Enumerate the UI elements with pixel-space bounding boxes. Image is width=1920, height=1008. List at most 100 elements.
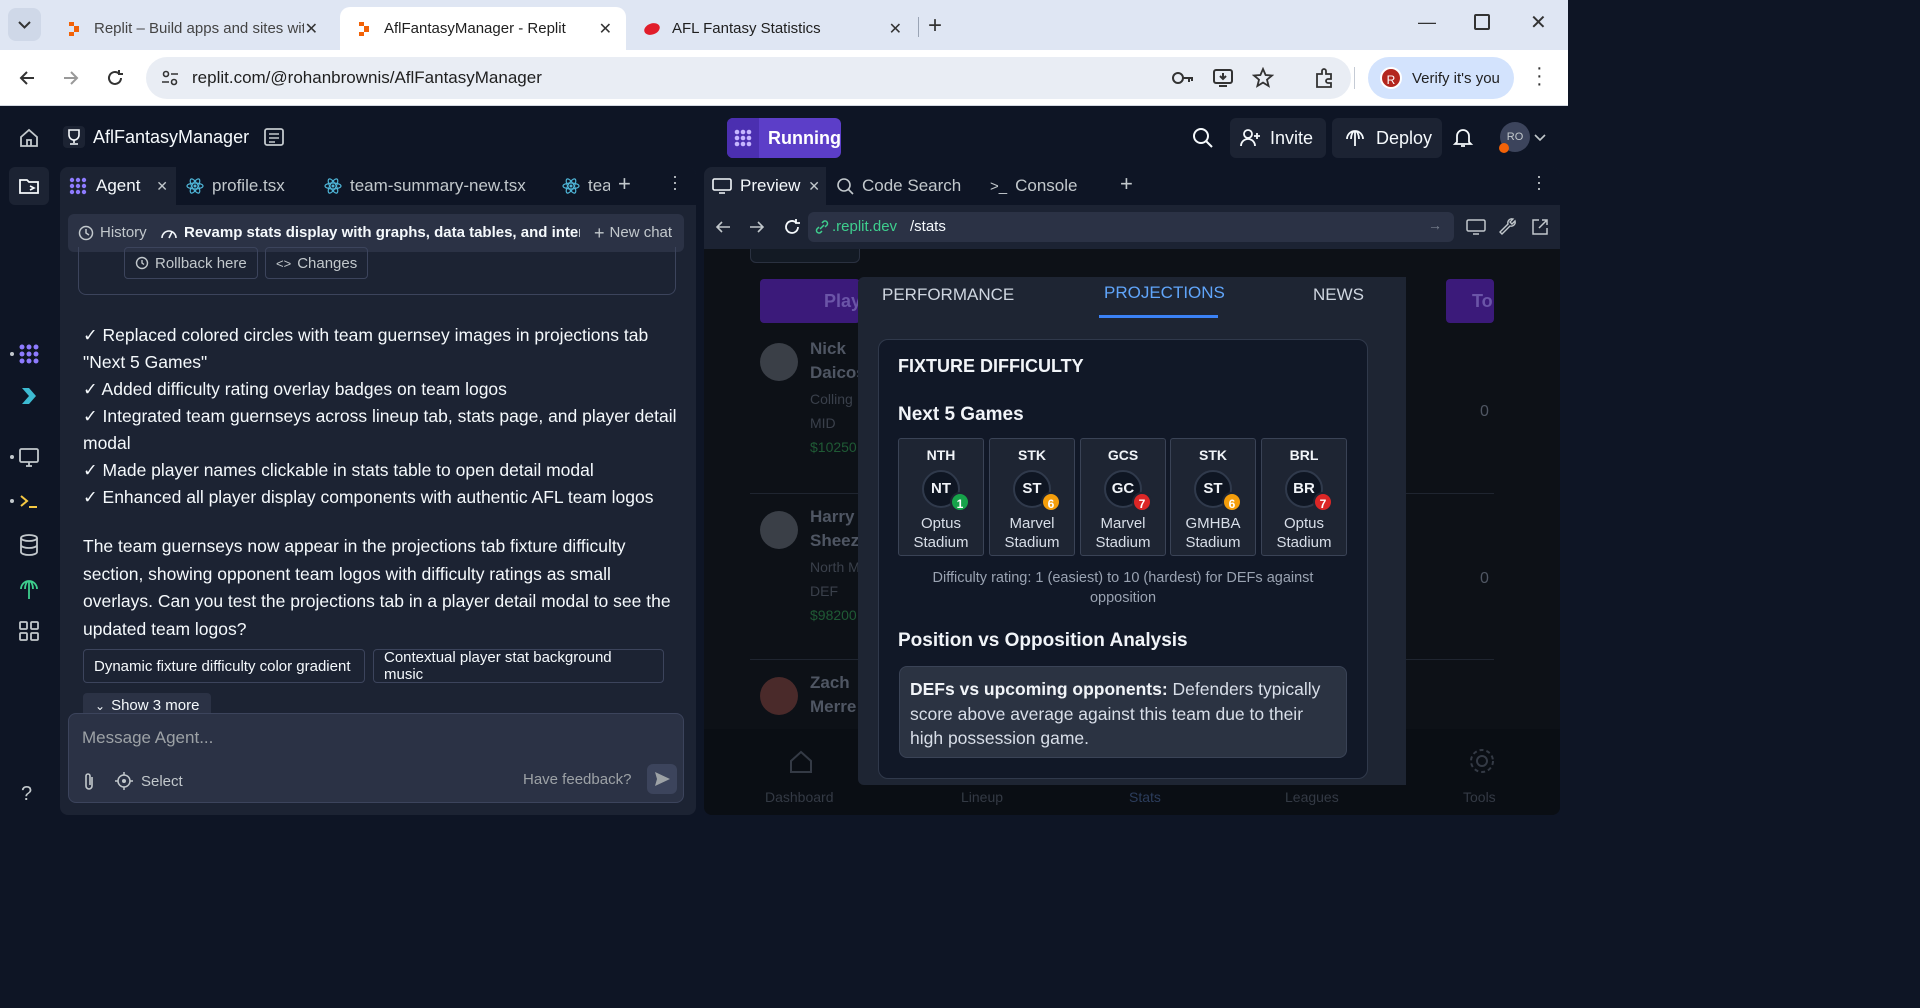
suggestion-chip[interactable]: Dynamic fixture difficulty color gradien… bbox=[83, 649, 365, 683]
chevron-down-icon[interactable] bbox=[1534, 133, 1546, 143]
close-icon[interactable]: ✕ bbox=[889, 19, 902, 39]
files-toggle-button[interactable] bbox=[9, 167, 49, 205]
restore-button[interactable] bbox=[1474, 14, 1490, 30]
forward-arrow-icon[interactable] bbox=[748, 218, 766, 236]
close-icon[interactable]: ✕ bbox=[808, 178, 820, 195]
logo-text: NT bbox=[931, 480, 951, 497]
browser-tab-afl-stats[interactable]: AFL Fantasy Statistics ✕ bbox=[628, 7, 916, 50]
close-icon[interactable]: ✕ bbox=[156, 178, 168, 195]
device-view-icon[interactable] bbox=[1466, 218, 1486, 236]
preview-url-field[interactable]: .replit.dev /stats → bbox=[808, 212, 1454, 242]
tab-profile-tsx[interactable]: profile.tsx bbox=[178, 167, 312, 205]
football-icon bbox=[644, 22, 660, 35]
window-close-button[interactable]: ✕ bbox=[1530, 10, 1547, 35]
more-options-icon[interactable]: · · · bbox=[672, 167, 678, 197]
browser-menu-icon[interactable]: · · · bbox=[1536, 58, 1543, 94]
search-icon[interactable] bbox=[1192, 127, 1214, 149]
back-arrow-icon[interactable] bbox=[16, 67, 38, 89]
help-icon[interactable]: ? bbox=[21, 783, 32, 806]
changes-button[interactable]: <> Changes bbox=[265, 247, 369, 279]
agent-icon[interactable] bbox=[17, 342, 41, 366]
add-tab-button[interactable]: + bbox=[1120, 171, 1133, 197]
running-button[interactable]: Running bbox=[727, 118, 841, 158]
assistant-icon[interactable] bbox=[17, 385, 41, 409]
tab-team-summary-new-tsx[interactable]: team-summary-new.tsx bbox=[316, 167, 552, 205]
site-settings-icon[interactable] bbox=[160, 68, 180, 88]
guernsey-icon bbox=[760, 677, 798, 715]
all-tools-icon[interactable] bbox=[17, 619, 41, 643]
analysis-lead: DEFs vs upcoming opponents: bbox=[910, 679, 1168, 699]
message-input-box[interactable]: Message Agent... Select Have feedback? bbox=[68, 713, 684, 803]
tab-search-button[interactable] bbox=[8, 8, 41, 41]
close-icon[interactable]: ✕ bbox=[599, 19, 612, 39]
database-icon[interactable] bbox=[17, 533, 41, 557]
nav-leagues[interactable]: Leagues bbox=[1285, 789, 1339, 805]
close-icon[interactable]: ✕ bbox=[305, 19, 318, 39]
gauge-icon bbox=[161, 229, 177, 238]
browser-tab-afl-manager[interactable]: AflFantasyManager - Replit ✕ bbox=[340, 7, 626, 50]
rollback-button[interactable]: Rollback here bbox=[124, 247, 258, 279]
webview-icon[interactable] bbox=[17, 445, 41, 469]
bookmark-star-icon[interactable] bbox=[1252, 67, 1274, 89]
tab-performance[interactable]: PERFORMANCE bbox=[882, 285, 1014, 305]
add-tab-button[interactable]: + bbox=[618, 171, 631, 197]
project-name[interactable]: AflFantasyManager bbox=[93, 127, 249, 148]
browser-tab-replit-home[interactable]: Replit – Build apps and sites wit ✕ bbox=[50, 7, 332, 50]
verify-identity-button[interactable]: R Verify it's you bbox=[1368, 57, 1514, 99]
deployments-icon[interactable] bbox=[17, 577, 41, 601]
minimize-button[interactable]: — bbox=[1418, 12, 1436, 33]
deploy-button[interactable]: Deploy bbox=[1332, 118, 1442, 158]
reload-icon[interactable] bbox=[782, 217, 802, 237]
checklist-item: ✓ Made player names clickable in stats t… bbox=[83, 460, 594, 480]
extensions-icon[interactable] bbox=[1313, 66, 1337, 90]
url-text: replit.com/@rohanbrownis/AflFantasyManag… bbox=[192, 68, 542, 87]
new-chat-button[interactable]: + New chat bbox=[594, 224, 672, 242]
checklist-item: ✓ Added difficulty rating overlay badges… bbox=[83, 379, 507, 399]
fixture-title: FIXTURE DIFFICULTY bbox=[898, 356, 1084, 376]
devtools-wrench-icon[interactable] bbox=[1499, 217, 1519, 237]
tab-agent[interactable]: Agent ✕ bbox=[60, 167, 176, 205]
go-arrow-icon[interactable]: → bbox=[1428, 217, 1442, 233]
select-element-button[interactable]: Select bbox=[115, 772, 183, 790]
project-info-icon[interactable] bbox=[263, 126, 285, 148]
team-guernsey-logo: GC 7 bbox=[1104, 470, 1152, 512]
tab-label: tea bbox=[588, 176, 610, 195]
password-key-icon[interactable] bbox=[1171, 68, 1195, 88]
tab-preview[interactable]: Preview ✕ bbox=[704, 167, 826, 205]
console-icon[interactable] bbox=[17, 489, 41, 513]
notifications-bell-icon[interactable] bbox=[1452, 126, 1474, 148]
forward-arrow-icon[interactable] bbox=[60, 67, 82, 89]
agent-logo-icon bbox=[727, 118, 759, 158]
chat-title[interactable]: Revamp stats display with graphs, data t… bbox=[160, 224, 580, 241]
background-header-left: Play bbox=[760, 279, 861, 323]
tab-console[interactable]: >_ Console bbox=[982, 167, 1106, 205]
tab-team-overflow[interactable]: tea bbox=[554, 167, 610, 205]
new-tab-button[interactable]: + bbox=[928, 12, 942, 40]
url-field[interactable]: replit.com/@rohanbrownis/AflFantasyManag… bbox=[146, 57, 1351, 99]
nav-stats[interactable]: Stats bbox=[1129, 789, 1161, 805]
home-icon[interactable] bbox=[18, 127, 40, 149]
tab-projections[interactable]: PROJECTIONS bbox=[1104, 283, 1225, 303]
preview-url-bar: .replit.dev /stats → bbox=[704, 205, 1560, 249]
preview-tabs: Preview ✕ Code Search >_ Console + · · · bbox=[704, 167, 1560, 205]
feedback-link[interactable]: Have feedback? bbox=[523, 771, 631, 788]
suggestion-chip[interactable]: Contextual player stat background music bbox=[373, 649, 664, 683]
more-options-icon[interactable]: · · · bbox=[1536, 167, 1542, 197]
nav-tools[interactable]: Tools bbox=[1463, 789, 1496, 805]
reload-icon[interactable] bbox=[104, 67, 126, 89]
send-arrow-icon bbox=[655, 772, 670, 786]
install-app-icon[interactable] bbox=[1212, 67, 1234, 89]
tab-news[interactable]: NEWS bbox=[1313, 285, 1364, 305]
send-button[interactable] bbox=[647, 764, 677, 794]
nav-dashboard[interactable]: Dashboard bbox=[765, 789, 834, 805]
nav-lineup[interactable]: Lineup bbox=[961, 789, 1003, 805]
open-new-window-icon[interactable] bbox=[1530, 217, 1550, 237]
tab-code-search[interactable]: Code Search bbox=[828, 167, 978, 205]
rollback-label: Rollback here bbox=[155, 254, 247, 272]
message-input[interactable]: Message Agent... bbox=[82, 728, 213, 748]
show-more-button[interactable]: ⌄ Show 3 more bbox=[83, 693, 211, 713]
history-button[interactable]: History bbox=[78, 224, 147, 241]
back-arrow-icon[interactable] bbox=[714, 218, 732, 236]
invite-button[interactable]: Invite bbox=[1230, 118, 1326, 158]
attach-paperclip-icon[interactable] bbox=[81, 772, 97, 792]
